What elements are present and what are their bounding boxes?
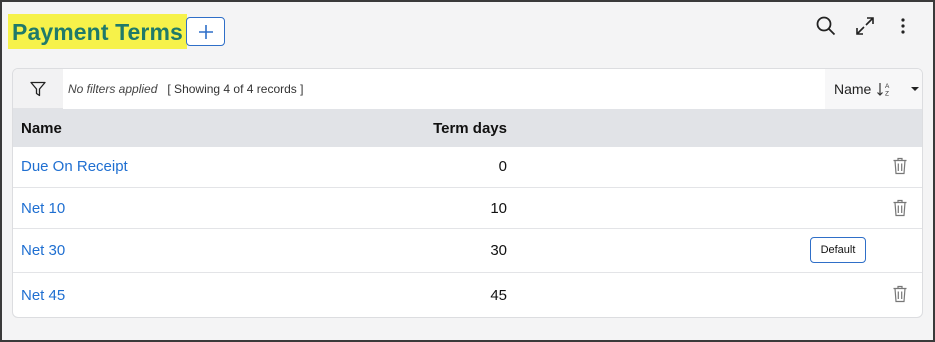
add-payment-term-button[interactable]: [186, 17, 225, 46]
search-button[interactable]: [814, 14, 838, 38]
sort-az-icon: A Z: [877, 83, 890, 98]
table-row: Net 30 30 Default: [13, 229, 922, 273]
expand-icon: [856, 17, 874, 35]
app-frame: Payment Terms No filters applied [Showi…: [0, 0, 935, 342]
default-button[interactable]: Default: [810, 237, 866, 263]
term-name-link[interactable]: Due On Receipt: [21, 158, 128, 175]
sort-label: Name: [834, 81, 872, 97]
sort-select[interactable]: Name A Z: [825, 69, 922, 109]
term-days-value: 10: [490, 200, 507, 217]
column-header-name[interactable]: Name: [21, 120, 62, 137]
filter-status: No filters applied: [68, 82, 158, 96]
svg-text:Z: Z: [885, 91, 889, 98]
table-row: Due On Receipt 0: [13, 147, 922, 188]
table-row: Net 45 45: [13, 273, 922, 317]
filter-bar: No filters applied [ Showing 4 of 4 reco…: [13, 69, 922, 109]
term-name-link[interactable]: Net 45: [21, 287, 65, 304]
term-days-value: 0: [498, 158, 507, 175]
page-title: Payment Terms: [8, 14, 187, 49]
trash-icon[interactable]: [892, 285, 908, 303]
table-row: Net 10 10: [13, 188, 922, 229]
more-vertical-icon: [901, 18, 905, 34]
plus-icon: [198, 24, 213, 39]
term-days-value: 30: [490, 242, 507, 259]
filter-input[interactable]: No filters applied [ Showing 4 of 4 reco…: [63, 69, 825, 109]
trash-icon[interactable]: [892, 199, 908, 217]
column-header-term-days[interactable]: Term days: [393, 120, 507, 137]
table-header: Name Term days: [13, 109, 922, 147]
search-icon: [816, 16, 836, 36]
expand-button[interactable]: [853, 14, 877, 38]
caret-down-icon: [911, 87, 920, 91]
term-name-link[interactable]: Net 10: [21, 200, 65, 217]
record-count: [ Showing 4 of 4 records ]: [167, 82, 304, 96]
filter-button[interactable]: [13, 69, 63, 109]
svg-text:A: A: [885, 83, 890, 90]
term-days-value: 45: [490, 287, 507, 304]
term-name-link[interactable]: Net 30: [21, 242, 65, 259]
filter-icon: [30, 81, 46, 97]
trash-icon[interactable]: [892, 157, 908, 175]
payment-terms-card: No filters applied [ Showing 4 of 4 reco…: [12, 68, 923, 318]
more-options-button[interactable]: [891, 14, 915, 38]
